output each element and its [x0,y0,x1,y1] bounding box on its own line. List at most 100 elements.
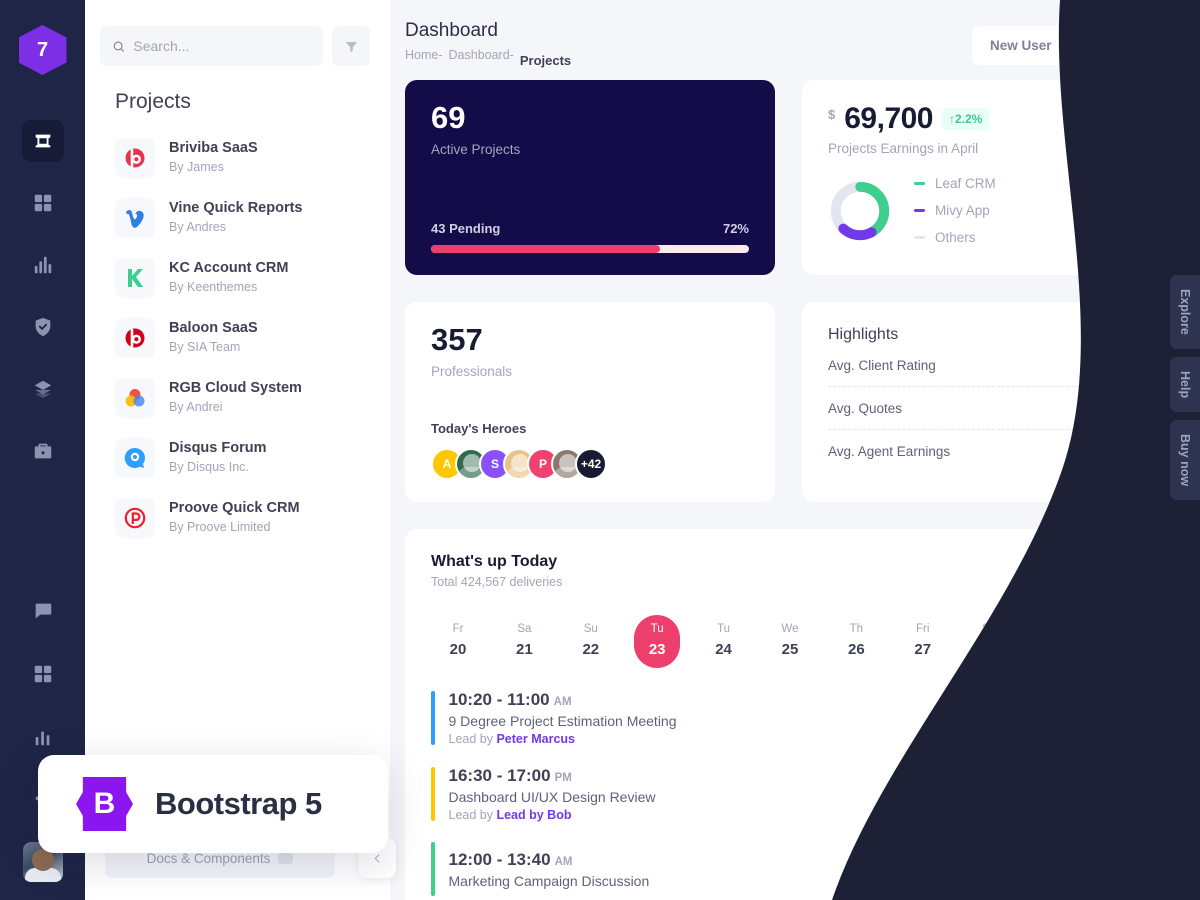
bootstrap-logo-icon: B [76,777,133,831]
project-name: Proove Quick CRM [169,499,300,516]
progress-header: 43 Pending 72% [431,221,749,236]
bar-chart-icon [35,731,49,746]
shield-check-icon [35,317,50,337]
rail-item-projects[interactable] [22,430,64,472]
project-list-item[interactable]: KC Account CRM By Keenthemes [115,248,390,308]
heroes-label: Today's Heroes [431,421,527,436]
day-cell[interactable]: Sa 28 [966,615,1012,668]
event-lead-name[interactable]: Lead by Bob [496,808,571,822]
breadcrumb-item[interactable]: Home- [405,48,443,68]
event-lead: Lead by Peter Marcus [448,732,575,746]
events-list: 10:20 - 11:00 AM 9 Degree Project Estimati… [431,690,1149,896]
day-cell[interactable]: Sa 21 [501,615,547,668]
project-list-item[interactable]: Vine Quick Reports By Andres [115,188,390,248]
app-logo[interactable]: 7 [18,25,67,75]
event-time: 10:20 - 11:00 [448,690,550,709]
event-lead-name[interactable]: Peter Marcus [496,732,575,746]
breadcrumb-item[interactable]: Dashboard- [449,48,514,68]
new-goal-button[interactable]: New Goal [1077,26,1175,65]
breadcrumb-item[interactable]: Projects [520,53,571,68]
rail-item-chart[interactable] [22,716,64,758]
day-cell[interactable]: Tu 23 [634,615,681,668]
event-view-button[interactable]: View [1083,852,1149,886]
day-of-week: Sa [517,623,532,635]
project-name: Vine Quick Reports [169,199,303,216]
rail-item-security[interactable] [22,306,64,348]
day-number: 20 [449,641,467,658]
legend-item: Leaf CRM [914,176,996,191]
event-ampm: AM [553,696,572,708]
report-center-button[interactable]: Report Cecnter [1023,553,1149,589]
project-logo-icon [115,258,155,298]
event-time: 16:30 - 17:00 [448,766,551,785]
earnings-change-badge: ↑2.2% [942,108,990,130]
highlight-label: Avg. Client Rating [828,357,936,373]
rail-item-messages[interactable] [22,590,64,632]
progress-track [431,245,749,253]
day-cell[interactable]: Mo 30 [1099,615,1145,668]
event-time: 12:00 - 13:40 [448,849,551,869]
filter-icon [345,41,357,52]
legend-label: Others [935,230,976,245]
project-logo-icon [115,138,155,178]
day-of-week: Tu [650,623,664,635]
filter-button[interactable] [332,26,370,66]
avatar-overflow-count[interactable]: +42 [575,448,607,480]
event-view-button[interactable]: View [1083,777,1149,811]
projects-list: Briviba SaaS By James Vine Quick Reports By… [85,114,390,548]
day-cell[interactable]: Fri 27 [900,615,946,668]
project-list-item[interactable]: RGB Cloud System By Andrei [115,368,390,428]
day-cell[interactable]: Tu 24 [701,615,747,668]
search-box[interactable] [100,26,323,66]
event-ampm: AM [554,855,573,868]
project-logo-icon [115,498,155,538]
project-list-item[interactable]: Briviba SaaS By James [115,128,390,188]
cards-row-2: 357 Professionals Today's Heroes A S P +42 … [405,302,1175,502]
tab-buy-now[interactable]: Buy now [1170,419,1200,501]
project-list-item[interactable]: Disqus Forum By Disqus Inc. [115,428,390,488]
legend-item: Others [914,230,996,245]
earnings-value: 69,700 [844,102,933,135]
bootstrap-badge-text: Bootstrap 5 [155,786,322,821]
earnings-breakdown: Leaf CRM Mivy App Others $7,660 $2,820 $45,2… [828,176,1149,245]
legend-swatch [914,236,925,239]
highlights-card: Highlights Avg. Client Rating ↗ 7.8/10 Avg.… [802,302,1175,502]
panel-title: Projects [115,90,191,113]
day-cell[interactable]: Su 22 [568,615,614,668]
project-logo-icon [115,378,155,418]
day-cell[interactable]: Th 26 [833,615,879,668]
legend-label: Leaf CRM [935,176,996,191]
project-list-item[interactable]: Baloon SaaS By SIA Team [115,308,390,368]
new-user-button[interactable]: New User [971,26,1070,65]
tab-help[interactable]: Help [1170,356,1200,412]
rail-item-statistics[interactable] [22,244,64,286]
trend-arrow-icon: ↗ [1084,357,1096,372]
rail-item-cube[interactable] [21,120,64,162]
change-value: 2.2% [955,112,983,126]
day-selector: Fr 20 Sa 21 Su 22 Tu 23 Tu 24 We 25 Th 26 Fri 27 Sa 28 Su 2… [431,615,1149,668]
project-list-item[interactable]: Proove Quick CRM By Proove Limited [115,488,390,548]
day-cell[interactable]: Fr 20 [435,615,481,668]
event-name: 9 Degree Project Estimation Meeting [448,713,677,729]
day-number: 23 [648,641,666,658]
day-of-week: Tu [717,623,731,635]
day-number: 21 [516,641,533,658]
event-view-button[interactable]: View [1083,701,1149,735]
day-number: 22 [582,641,600,658]
day-cell[interactable]: We 25 [767,615,813,668]
legend-swatch [914,182,925,185]
tab-explore[interactable]: Explore [1170,275,1200,349]
bootstrap-logo-letter: B [93,787,116,820]
active-projects-label: Active Projects [431,142,521,157]
project-logo-icon [115,198,155,238]
day-number: 29 [1047,641,1064,658]
chevron-left-icon [373,853,380,863]
rail-item-layers[interactable] [22,368,64,410]
professionals-count: 357 [431,322,483,357]
panel-search-row [85,0,390,66]
day-cell[interactable]: Su 29 [1033,615,1079,668]
rail-item-grid[interactable] [22,182,64,224]
search-input[interactable] [133,38,311,54]
project-logo-icon [115,438,155,478]
rail-item-widgets[interactable] [22,653,64,695]
